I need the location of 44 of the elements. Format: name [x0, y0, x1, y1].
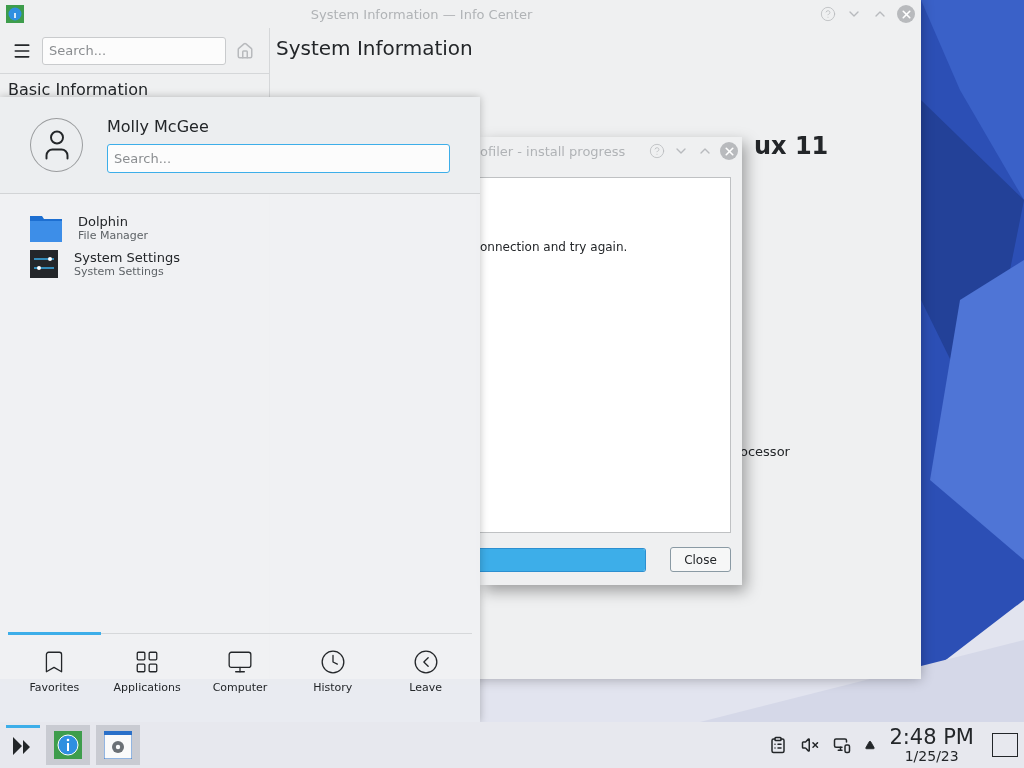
help-icon — [820, 6, 836, 22]
launcher-tab[interactable]: Computer — [193, 632, 287, 694]
launcher-tab[interactable]: Applications — [100, 632, 194, 694]
folder-icon — [30, 214, 62, 242]
dialog-title: ofiler - install progress — [480, 143, 627, 159]
launcher-tab[interactable]: Leave — [379, 632, 472, 694]
help-icon — [649, 143, 665, 159]
launcher-tab[interactable]: Favorites — [8, 632, 101, 694]
user-name: Molly McGee — [107, 117, 210, 136]
close-button[interactable] — [720, 142, 738, 160]
home-icon[interactable] — [236, 41, 254, 60]
sidebar-heading: Basic Information — [7, 79, 150, 101]
page-title: System Information — [276, 36, 474, 60]
app-name[interactable]: System Settings — [74, 250, 180, 265]
muted-speaker-icon[interactable] — [801, 736, 820, 754]
app-description: File Manager — [78, 229, 149, 242]
clock-date[interactable]: 1/25/23 — [904, 748, 959, 764]
expand-icon[interactable] — [865, 740, 876, 750]
monitor-icon — [227, 649, 253, 675]
info-icon — [6, 5, 24, 23]
show-desktop-button[interactable] — [992, 733, 1018, 757]
close-icon — [899, 7, 913, 21]
app-name[interactable]: Dolphin — [78, 214, 149, 229]
clock-icon — [319, 649, 346, 675]
clock-time[interactable]: 2:48 PM — [889, 726, 974, 748]
log-line: onnection and try again. — [480, 240, 628, 254]
clipboard-icon[interactable] — [769, 736, 788, 754]
window-title: System Information — Info Center — [309, 6, 534, 22]
close-icon — [722, 144, 736, 158]
search-field[interactable]: Search... — [107, 144, 450, 173]
settings-icon — [104, 731, 132, 759]
close-button[interactable] — [897, 5, 915, 23]
launcher-tab[interactable]: History — [286, 632, 380, 694]
chevron-left-icon — [412, 649, 439, 675]
os-name: ux 11 — [754, 132, 829, 160]
app-description: System Settings — [74, 265, 165, 278]
info-icon — [54, 731, 82, 759]
info-label: ocessor — [740, 444, 790, 459]
task-button[interactable] — [46, 725, 90, 765]
search-field[interactable]: Search... — [42, 36, 226, 65]
network-icon[interactable] — [833, 736, 852, 754]
close-button[interactable]: Close — [670, 547, 731, 572]
task-button[interactable] — [96, 725, 140, 765]
sliders-icon — [30, 250, 58, 278]
